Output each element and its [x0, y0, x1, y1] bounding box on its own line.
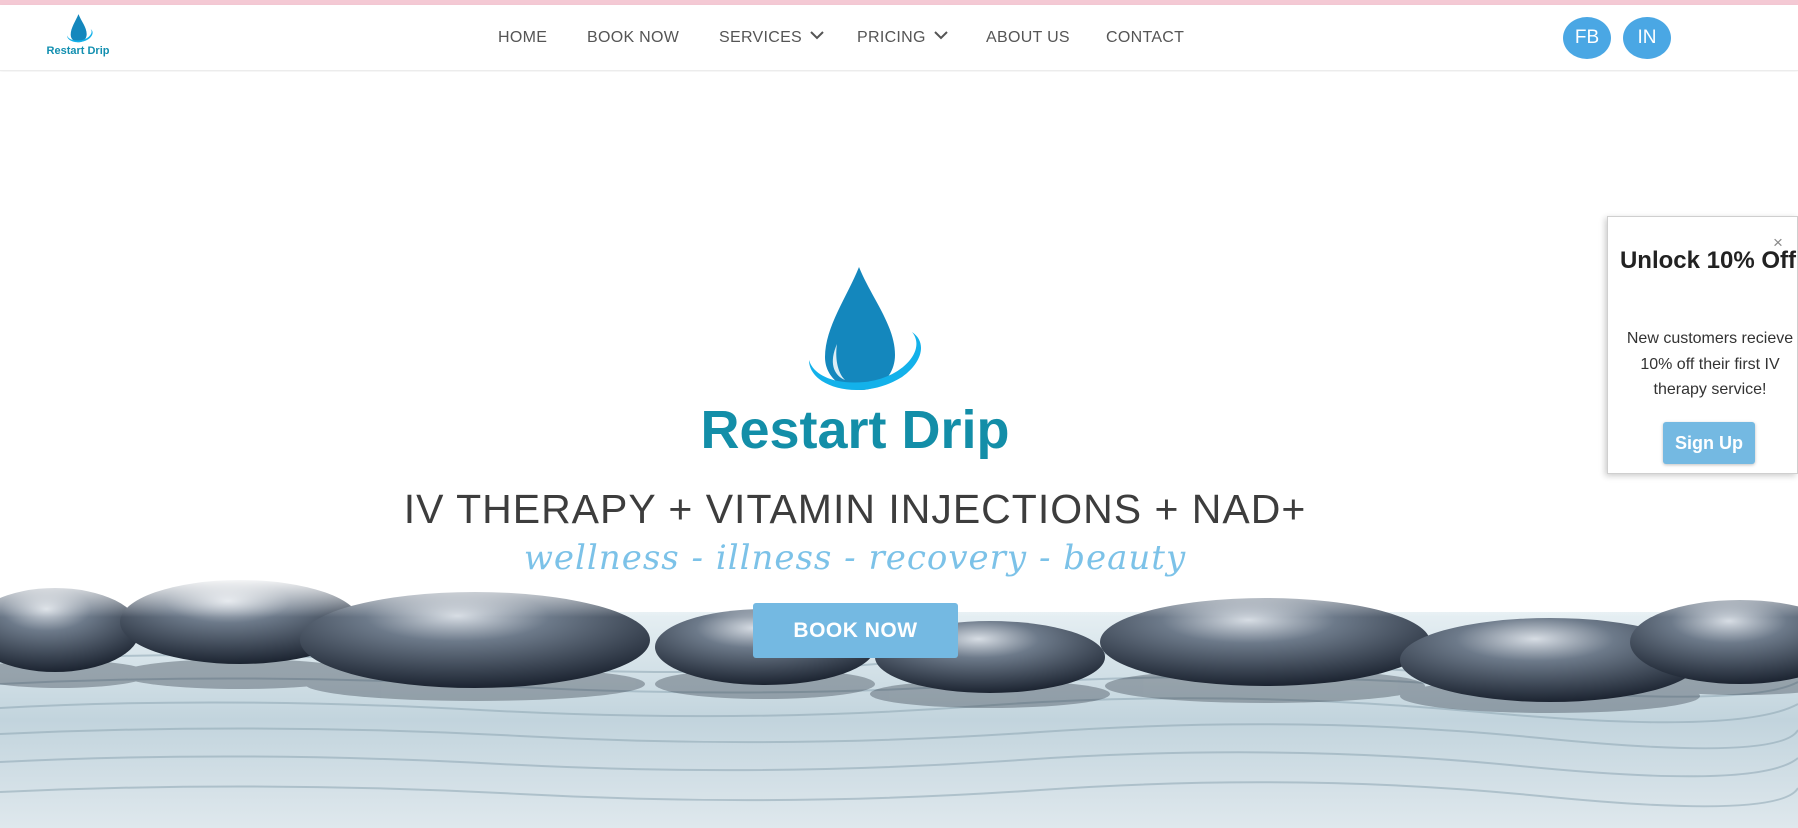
facebook-link[interactable]: FB — [1563, 17, 1611, 59]
nav-services[interactable]: SERVICES — [719, 29, 824, 47]
chevron-down-icon — [810, 31, 824, 40]
nav-services-label: SERVICES — [719, 29, 803, 46]
hero-brand-name: Restart Drip — [700, 400, 1010, 460]
instagram-link[interactable]: IN — [1623, 17, 1671, 59]
sign-up-button[interactable]: Sign Up — [1663, 422, 1755, 464]
nav-home[interactable]: HOME — [498, 29, 547, 47]
book-now-button[interactable]: BOOK NOW — [753, 603, 958, 658]
nav-about-us-label: ABOUT US — [986, 29, 1070, 46]
chevron-down-icon — [934, 31, 948, 40]
hero-headline: IV THERAPY + VITAMIN INJECTIONS + NAD+ — [403, 486, 1307, 532]
water-drop-logo-icon — [809, 267, 922, 391]
nav-pricing-label: PRICING — [857, 29, 926, 46]
hero-section: Restart Drip IV THERAPY + VITAMIN INJECT… — [0, 72, 1798, 828]
discount-popup: × Unlock 10% Off New customers recieve 1… — [1607, 216, 1798, 474]
main-nav: HOME BOOK NOW SERVICES PRICING ABOUT US … — [0, 5, 1798, 71]
popup-text: New customers recieve 10% off their firs… — [1626, 330, 1794, 398]
nav-book-now-label: BOOK NOW — [587, 29, 680, 46]
nav-contact-label: CONTACT — [1106, 29, 1185, 46]
popup-title: Unlock 10% Off — [1619, 247, 1797, 274]
hero-tagline: wellness - illness - recovery - beauty — [523, 538, 1187, 578]
nav-contact[interactable]: CONTACT — [1106, 29, 1184, 47]
nav-book-now[interactable]: BOOK NOW — [587, 29, 679, 47]
nav-pricing[interactable]: PRICING — [857, 29, 948, 47]
nav-home-label: HOME — [498, 29, 548, 46]
nav-about-us[interactable]: ABOUT US — [986, 29, 1070, 47]
site-header: Restart Drip HOME BOOK NOW SERVICES PRIC… — [0, 5, 1798, 71]
